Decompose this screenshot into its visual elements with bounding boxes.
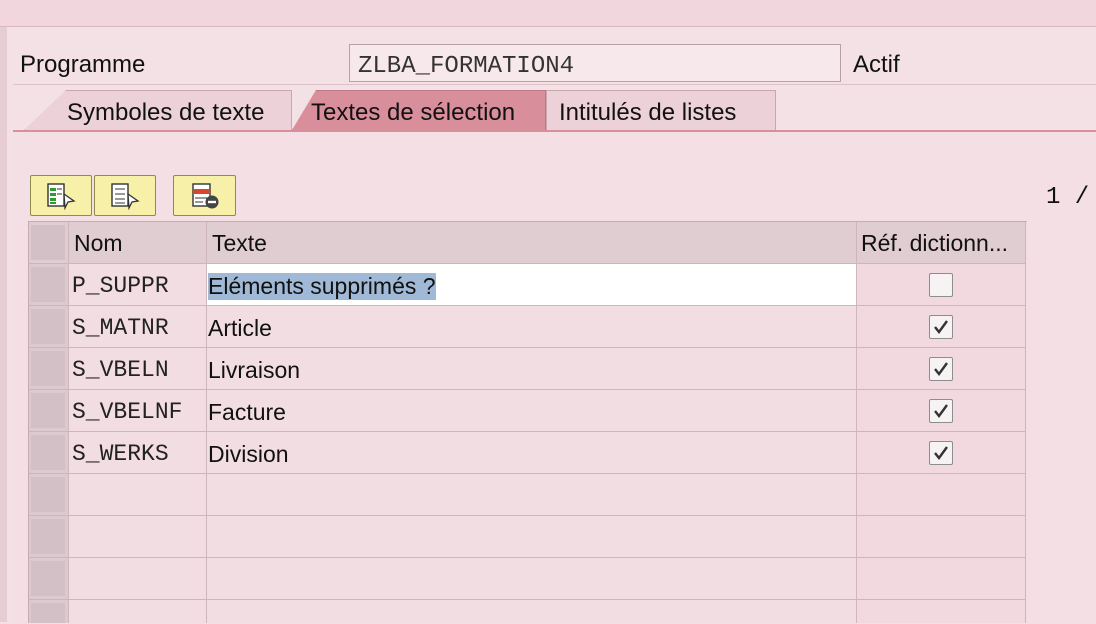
cell-texte[interactable]	[207, 600, 857, 623]
cell-ref-dictionnaire	[857, 558, 1026, 600]
table-header: Nom Texte Réf. dictionn...	[29, 222, 1027, 264]
cell-ref-dictionnaire	[857, 474, 1026, 516]
program-label: Programme	[20, 51, 146, 78]
document-deselect-icon	[111, 182, 140, 210]
select-all-rows-cell[interactable]	[29, 222, 69, 264]
top-bar	[0, 0, 1096, 27]
empty-table-row	[29, 600, 1027, 623]
column-header-texte[interactable]: Texte	[207, 222, 857, 264]
texte-value: Facture	[208, 399, 286, 425]
tab-symboles-de-texte[interactable]: Symboles de texte	[24, 90, 292, 130]
delete-row-button[interactable]	[173, 175, 236, 216]
ref-dictionnaire-checkbox[interactable]	[929, 399, 953, 423]
cell-texte[interactable]: Facture	[207, 390, 857, 432]
cell-texte[interactable]: Livraison	[207, 348, 857, 390]
column-header-ref-dictionnaire[interactable]: Réf. dictionn...	[857, 222, 1026, 264]
row-selector[interactable]	[29, 474, 69, 516]
deselect-all-button[interactable]	[94, 175, 156, 216]
ref-dictionnaire-checkbox[interactable]	[929, 357, 953, 381]
cell-nom[interactable]	[69, 558, 207, 600]
row-selector[interactable]	[29, 306, 69, 348]
row-selector[interactable]	[29, 600, 69, 623]
column-header-label: Réf. dictionn...	[861, 230, 1009, 256]
tab-label: Intitulés de listes	[559, 99, 737, 126]
row-selector[interactable]	[29, 516, 69, 558]
ref-dictionnaire-checkbox[interactable]	[929, 273, 953, 297]
cell-texte[interactable]	[207, 558, 857, 600]
cell-nom: S_VBELN	[69, 348, 207, 390]
cell-nom[interactable]	[69, 516, 207, 558]
cell-nom: S_VBELNF	[69, 390, 207, 432]
nom-value: P_SUPPR	[72, 273, 169, 299]
texte-value: Division	[208, 441, 289, 467]
tab-label: Symboles de texte	[67, 99, 265, 126]
select-all-button[interactable]	[30, 175, 92, 216]
checkmark-icon	[934, 320, 948, 334]
cell-texte[interactable]: Division	[207, 432, 857, 474]
table-row: S_MATNR Article	[29, 306, 1027, 348]
empty-table-row	[29, 558, 1027, 600]
cell-nom: S_MATNR	[69, 306, 207, 348]
column-header-nom[interactable]: Nom	[69, 222, 207, 264]
page-indicator: 1 /	[1046, 184, 1090, 211]
cell-ref-dictionnaire	[857, 306, 1026, 348]
texte-value: Article	[208, 315, 272, 341]
cell-nom: P_SUPPR	[69, 264, 207, 306]
delete-row-icon	[191, 182, 218, 208]
empty-table-row	[29, 516, 1027, 558]
program-field[interactable]: ZLBA_FORMATION4	[349, 44, 841, 82]
cell-ref-dictionnaire	[857, 348, 1026, 390]
texte-value: Livraison	[208, 357, 301, 383]
nom-value: S_VBELN	[72, 357, 169, 383]
cell-ref-dictionnaire	[857, 516, 1026, 558]
ref-dictionnaire-checkbox[interactable]	[929, 441, 953, 465]
table-row: S_WERKS Division	[29, 432, 1027, 474]
column-header-label: Nom	[74, 230, 123, 256]
left-edge	[0, 27, 7, 622]
nom-value: S_WERKS	[72, 441, 169, 467]
cell-texte[interactable]	[207, 516, 857, 558]
program-status: Actif	[853, 51, 900, 78]
cell-nom[interactable]	[69, 600, 207, 623]
ref-dictionnaire-checkbox[interactable]	[929, 315, 953, 339]
cell-ref-dictionnaire	[857, 264, 1026, 306]
texte-value: Eléments supprimés ?	[208, 273, 436, 300]
cell-nom[interactable]	[69, 474, 207, 516]
cell-texte[interactable]: Article	[207, 306, 857, 348]
tab-intitules-de-listes[interactable]: Intitulés de listes	[546, 90, 776, 130]
document-select-icon	[47, 182, 76, 210]
program-row: Programme ZLBA_FORMATION4 Actif	[13, 42, 1096, 85]
checkmark-icon	[934, 362, 948, 376]
cell-texte[interactable]: Eléments supprimés ?	[207, 264, 857, 306]
cell-ref-dictionnaire	[857, 390, 1026, 432]
row-selector[interactable]	[29, 558, 69, 600]
cell-ref-dictionnaire	[857, 600, 1026, 623]
column-header-label: Texte	[212, 230, 267, 256]
tab-label: Textes de sélection	[311, 99, 516, 126]
row-selector[interactable]	[29, 264, 69, 306]
tab-textes-de-selection[interactable]: Textes de sélection	[292, 90, 546, 130]
checkmark-icon	[934, 446, 948, 460]
table-row: P_SUPPR Eléments supprimés ?	[29, 264, 1027, 306]
row-selector[interactable]	[29, 348, 69, 390]
nom-value: S_MATNR	[72, 315, 169, 341]
row-selector[interactable]	[29, 390, 69, 432]
row-selector[interactable]	[29, 432, 69, 474]
cell-nom: S_WERKS	[69, 432, 207, 474]
selection-texts-table: Nom Texte Réf. dictionn... P_SUPPR Elémen…	[28, 221, 1027, 623]
empty-table-row	[29, 474, 1027, 516]
nom-value: S_VBELNF	[72, 399, 183, 425]
cell-texte[interactable]	[207, 474, 857, 516]
cell-ref-dictionnaire	[857, 432, 1026, 474]
table-row: S_VBELN Livraison	[29, 348, 1027, 390]
table-row: S_VBELNF Facture	[29, 390, 1027, 432]
checkmark-icon	[934, 404, 948, 418]
